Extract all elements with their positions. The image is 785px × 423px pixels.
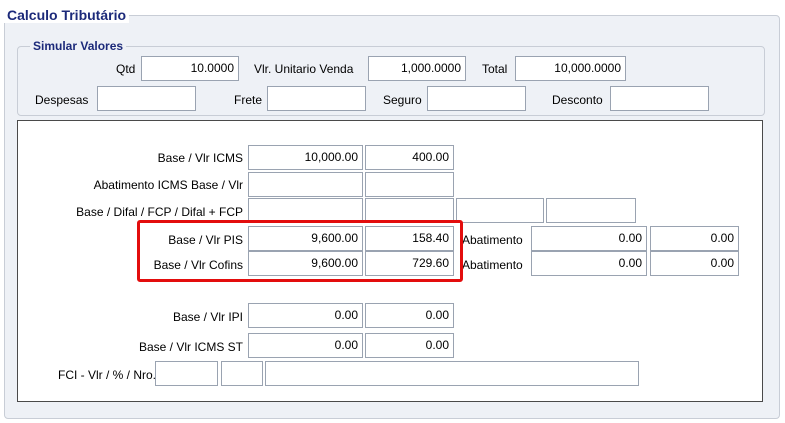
vlr-unitario-label: Vlr. Unitario Venda: [254, 62, 354, 76]
total-label: Total: [482, 62, 508, 76]
cofins-label: Base / Vlr Cofins: [153, 258, 243, 272]
icms-label: Base / Vlr ICMS: [157, 151, 243, 165]
despesas-label: Despesas: [35, 93, 89, 107]
qtd-input[interactable]: 10.0000: [141, 56, 239, 81]
calculo-tributario-title: Calculo Tributário: [4, 7, 130, 23]
difal-label: Base / Difal / FCP / Difal + FCP: [76, 205, 243, 219]
difal-base-input[interactable]: [248, 198, 363, 223]
icms-valor-input[interactable]: 400.00: [365, 145, 454, 170]
difal-input[interactable]: [365, 198, 454, 223]
frete-input[interactable]: [267, 86, 366, 111]
pis-abat-base-input[interactable]: 0.00: [531, 226, 647, 251]
pis-base-input[interactable]: 9,600.00: [248, 226, 363, 251]
qtd-label: Qtd: [116, 62, 136, 76]
simular-valores-title: Simular Valores: [30, 39, 127, 53]
fcp-input[interactable]: [456, 198, 544, 223]
cofins-abat-valor-input[interactable]: 0.00: [650, 251, 739, 276]
fci-vlr-input[interactable]: [155, 361, 218, 386]
abat-icms-base-input[interactable]: [248, 172, 363, 197]
desconto-label: Desconto: [552, 93, 603, 107]
cofins-abat-base-input[interactable]: 0.00: [531, 251, 647, 276]
vlr-unitario-input[interactable]: 1,000.0000: [368, 56, 466, 81]
pis-abat-valor-input[interactable]: 0.00: [650, 226, 739, 251]
ipi-base-input[interactable]: 0.00: [248, 303, 363, 328]
icms-st-base-input[interactable]: 0.00: [248, 333, 363, 358]
ipi-label: Base / Vlr IPI: [172, 310, 243, 324]
fci-nro-input[interactable]: [265, 361, 639, 386]
desconto-input[interactable]: [610, 86, 709, 111]
icms-st-label: Base / Vlr ICMS ST: [138, 340, 243, 354]
frete-label: Frete: [234, 93, 263, 107]
pis-label: Base / Vlr PIS: [168, 233, 243, 247]
fci-pct-input[interactable]: [221, 361, 263, 386]
fci-label: FCI - Vlr / % / Nro.: [58, 368, 157, 382]
despesas-input[interactable]: [97, 86, 196, 111]
difal-fcp-input[interactable]: [546, 198, 636, 223]
seguro-input[interactable]: [427, 86, 526, 111]
pis-abatimento-label: Abatimento: [462, 233, 523, 247]
abat-icms-valor-input[interactable]: [365, 172, 454, 197]
icms-base-input[interactable]: 10,000.00: [248, 145, 363, 170]
cofins-valor-input[interactable]: 729.60: [365, 251, 454, 276]
pis-valor-input[interactable]: 158.40: [365, 226, 454, 251]
icms-st-valor-input[interactable]: 0.00: [365, 333, 454, 358]
cofins-abatimento-label: Abatimento: [462, 258, 523, 272]
abat-icms-label: Abatimento ICMS Base / Vlr: [93, 178, 243, 192]
seguro-label: Seguro: [383, 93, 422, 107]
ipi-valor-input[interactable]: 0.00: [365, 303, 454, 328]
total-input[interactable]: 10,000.0000: [515, 56, 626, 81]
cofins-base-input[interactable]: 9,600.00: [248, 251, 363, 276]
